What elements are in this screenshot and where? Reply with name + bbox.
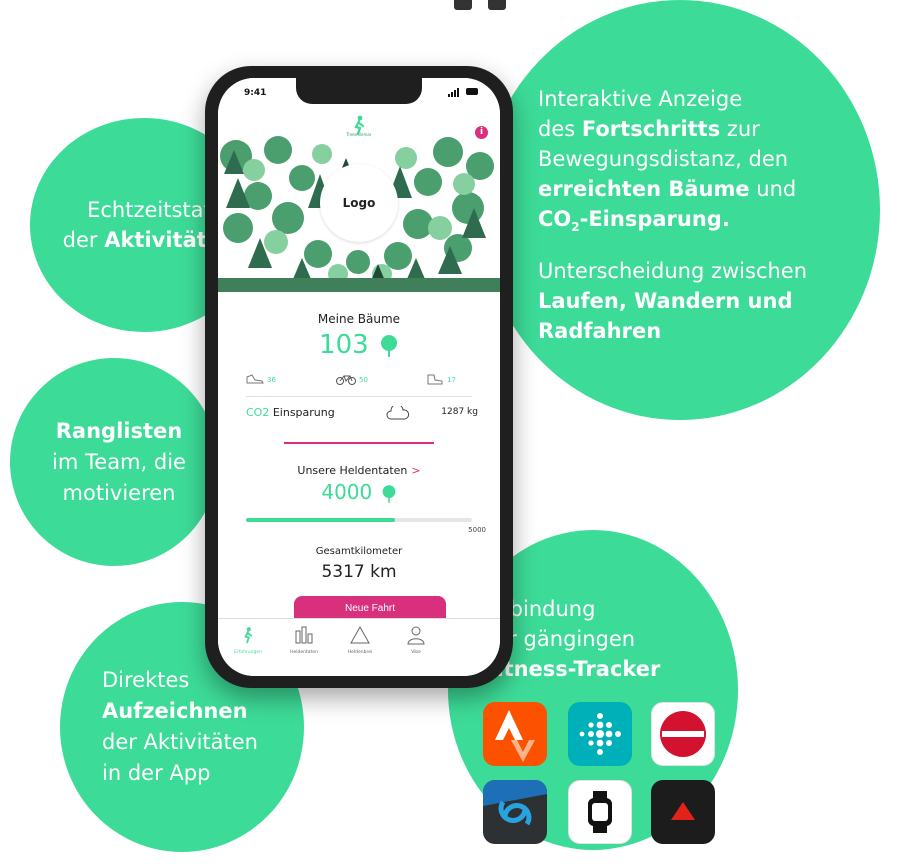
bar-chart-icon (295, 626, 313, 644)
progress-line-4-bold: erreichten Bäume (538, 176, 750, 201)
progress-line-4: erreichten Bäume und (538, 174, 880, 204)
rank-line-1: Ranglisten (55, 418, 183, 443)
progress-line-5: CO2-Einsparung. (538, 204, 880, 242)
my-trees-label: Meine Bäume (317, 312, 401, 326)
progress-line-6: Unterscheidung zwischen (538, 259, 808, 284)
progress-callout: Interaktive Anzeige des Fortschritts zur… (480, 0, 880, 420)
app-brand: Treemilemar (346, 132, 372, 137)
my-trees-value-row: 103 (218, 330, 500, 360)
status-line-2-prefix: der (62, 228, 105, 252)
leaderboard-callout: Ranglisten im Team, die motivieren (10, 358, 218, 566)
tab-label: Erfahrungen (234, 650, 262, 655)
rank-line-3: motivieren (62, 480, 176, 505)
co2-subscript: 2 (571, 220, 580, 235)
bottom-tab-bar: Erfahrungen Heldentaten Heldenbrei Vibe (218, 618, 500, 676)
tree-icon (380, 334, 397, 357)
my-trees-value: 103 (319, 330, 369, 360)
progress-line-1: Interaktive Anzeige (538, 86, 743, 111)
garmin-connect-icon[interactable] (483, 780, 547, 844)
polar-icon[interactable] (651, 780, 715, 844)
heroes-value: 4000 (321, 480, 373, 504)
our-heroic-deeds-link[interactable]: Unsere Heldentaten > (218, 464, 500, 477)
record-line-4: in der App (102, 761, 211, 785)
total-km-label: Gesamtkilometer (315, 546, 403, 557)
progress-line-8: Radfahren (538, 319, 662, 344)
tab-heroes[interactable]: Heldenbrei (334, 625, 386, 655)
fitbit-icon[interactable] (568, 702, 632, 766)
activity-hiking[interactable]: 17 (426, 374, 456, 385)
heroes-progress-max: 5000 (468, 526, 486, 534)
tab-heroic-deeds[interactable]: Heldentaten (278, 625, 330, 655)
tab-vibe[interactable]: Vibe (390, 625, 442, 655)
status-icons (448, 87, 478, 97)
tab-experiences[interactable]: Erfahrungen (222, 625, 274, 655)
rank-line-2: im Team, die (52, 449, 186, 474)
progress-line-7: Laufen, Wandern und (538, 289, 793, 314)
heroes-value-row: 4000 (218, 480, 500, 504)
phone-notch (296, 78, 422, 104)
heroes-progress-bar (246, 518, 472, 522)
pink-divider (284, 442, 434, 444)
heroes-progress-fill (246, 518, 396, 522)
activity-cycling[interactable]: 50 (336, 374, 368, 385)
status-time: 9:41 (244, 88, 267, 98)
tracker-line-3: Fitness-Tracker (482, 657, 661, 681)
hiking-boot-icon (427, 374, 443, 385)
progress-line-4-suffix: und (749, 176, 797, 201)
progress-line-2: des Fortschritts zur (538, 114, 880, 144)
activity-running[interactable]: 36 (246, 374, 276, 385)
phone-mockup: 9:41 Treemilemar i Logo Meine Bäume 103 … (205, 66, 513, 688)
row-divider (246, 396, 472, 397)
bike-icon (336, 375, 356, 385)
progress-line-3: Bewegungsdistanz, den (538, 146, 789, 171)
runner-icon (244, 627, 253, 644)
total-km-value: 5317 km (321, 562, 397, 582)
heroes-label: Unsere Heldentaten (297, 464, 408, 477)
co2-prefix: CO (538, 206, 572, 231)
tab-label: Heldentaten (290, 650, 318, 655)
chevron-right-icon: > (411, 464, 421, 477)
activity-running-value: 36 (267, 375, 276, 384)
phone-screen: 9:41 Treemilemar i Logo Meine Bäume 103 … (218, 78, 500, 676)
co2-value: 1287 kg (441, 407, 478, 417)
tab-label: Vibe (411, 650, 421, 655)
progress-line-2-bold: Fortschritts (581, 116, 721, 141)
person-icon (407, 626, 425, 645)
activity-breakdown: 36 50 17 (246, 374, 472, 390)
strava-icon[interactable] (483, 702, 547, 766)
activity-hiking-value: 17 (447, 375, 456, 384)
progress-line-2-suffix: zur (720, 116, 760, 141)
co2-suffix: -Einsparung. (579, 206, 730, 231)
co2-savings-row: CO2 Einsparung 1287 kg (246, 406, 478, 424)
co2-label: Einsparung (269, 406, 335, 419)
progress-line-2-prefix: des (538, 116, 582, 141)
tree-icon (382, 484, 396, 503)
battery-icon (466, 88, 478, 95)
tracker-line-2: der gängingen (482, 627, 636, 651)
record-line-2: Aufzeichnen (102, 699, 248, 723)
cropped-heading-fragment (448, 0, 512, 12)
activity-cycling-value: 50 (359, 375, 368, 384)
cloud-icon (386, 406, 410, 420)
record-line-3: der Aktivitäten (102, 730, 258, 754)
shoe-icon (246, 374, 264, 384)
co2-label-prefix: CO2 (246, 406, 270, 419)
tracker-line-1: Anbindung (482, 597, 596, 621)
runtastic-icon[interactable] (651, 702, 715, 766)
apple-watch-icon[interactable] (568, 780, 632, 844)
info-icon[interactable]: i (475, 126, 488, 139)
logo-placeholder: Logo (320, 164, 398, 242)
triangle-icon (350, 625, 370, 644)
tab-label: Heldenbrei (347, 650, 373, 655)
